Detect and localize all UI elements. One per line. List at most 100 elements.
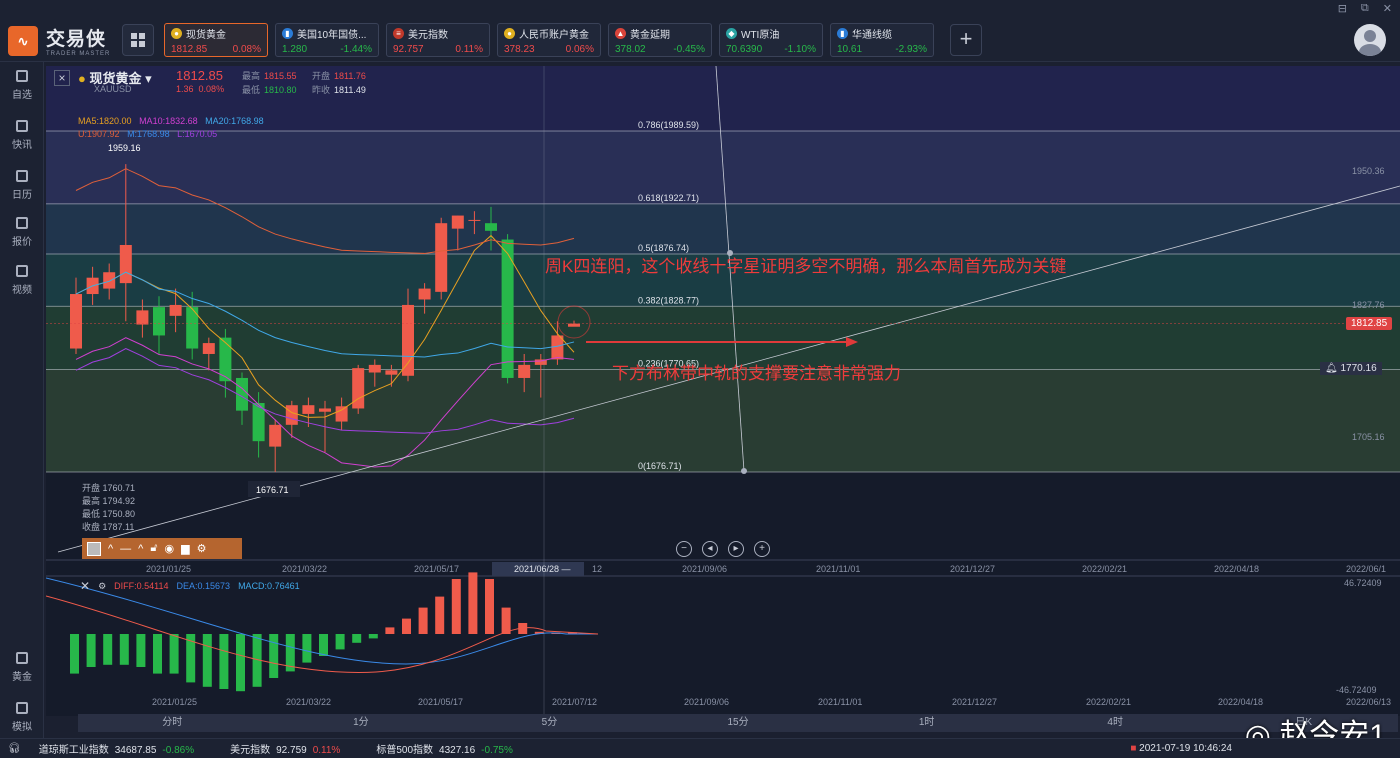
symbol-code: XAUUSD xyxy=(94,84,132,94)
chevron-up-icon[interactable]: ^ xyxy=(108,543,113,555)
ticker-card[interactable]: ● 人民币账户黄金 378.23 0.06% xyxy=(497,23,601,57)
macd-axis-bottom: -46.72409 xyxy=(1336,685,1377,695)
macd-bar xyxy=(319,634,328,656)
zoom-controls: − ◂ ▸ + xyxy=(676,541,770,557)
alert-price-tag[interactable]: 🔔︎ 1770.16 xyxy=(1320,362,1382,375)
zoom-out-icon[interactable]: − xyxy=(676,541,692,557)
calendar-icon xyxy=(16,170,28,182)
timeframe-tab[interactable]: 5分 xyxy=(455,714,644,732)
scroll-right-icon[interactable]: ▸ xyxy=(728,541,744,557)
candle-body xyxy=(302,405,315,414)
candle-body xyxy=(402,304,414,376)
x-axis-tick: 2022/02/21 xyxy=(1082,564,1127,574)
trash-icon[interactable]: ▆ xyxy=(181,542,189,555)
candle-body xyxy=(335,406,348,422)
ticker-card[interactable]: ◆ WTI原油 70.6390 -1.10% xyxy=(719,23,823,57)
timeframe-tab[interactable]: 1分 xyxy=(267,714,456,732)
ticker-change: 0.06% xyxy=(565,44,594,55)
sidebar-item[interactable]: 日历 xyxy=(0,170,44,201)
sidebar-item-label: 日历 xyxy=(12,190,32,201)
minimize-button[interactable]: ⊟ xyxy=(1338,2,1347,15)
ticker-change: -2.93% xyxy=(895,44,927,55)
scroll-left-icon[interactable]: ◂ xyxy=(702,541,718,557)
eye-icon[interactable]: ◉ xyxy=(164,542,174,555)
sidebar-item[interactable]: 快讯 xyxy=(0,120,44,151)
logo-icon: ∿ xyxy=(8,25,38,56)
status-ticker[interactable]: 道琼斯工业指数 34687.85 -0.86% xyxy=(39,741,212,756)
avatar[interactable] xyxy=(1354,24,1386,56)
close-window-button[interactable]: ✕ xyxy=(1383,2,1392,15)
macd-bar xyxy=(236,634,245,692)
fib-label: 0.786(1989.59) xyxy=(638,120,699,130)
restore-button[interactable]: ⧉ xyxy=(1361,2,1369,15)
price-axis-tick: 1950.36 xyxy=(1352,166,1385,176)
ticker-name: 黄金延期 xyxy=(630,30,670,41)
ticker-card[interactable]: ● 现货黄金 1812.85 0.08% xyxy=(164,23,268,57)
macd-x-axis-tick: 2021/07/12 xyxy=(552,697,597,707)
ticker-card[interactable]: ≡ 美元指数 92.757 0.11% xyxy=(386,23,490,57)
ticker-card[interactable]: ▮ 华通线缆 10.61 -2.93% xyxy=(830,23,934,57)
timeframe-tab[interactable]: 4时 xyxy=(1021,714,1210,732)
x-axis-tick: 2021/09/06 xyxy=(682,564,727,574)
ticker-price: 378.23 xyxy=(504,44,535,55)
candle-body xyxy=(518,364,531,378)
ticker-name: 华通线缆 xyxy=(852,30,892,41)
tooltip-high: 最高 1794.92 xyxy=(82,496,136,506)
timeframe-tab[interactable]: 15分 xyxy=(644,714,833,732)
symbol-prev-close: 昨收 1811.49 xyxy=(312,85,366,95)
headset-icon[interactable]: 🎧︎ xyxy=(8,743,21,754)
timeframe-tab[interactable]: 分时 xyxy=(78,714,267,732)
close-icon[interactable]: × xyxy=(54,70,70,86)
grid-layout-button[interactable] xyxy=(122,24,154,56)
ticker-price: 378.02 xyxy=(615,44,646,55)
macd-settings-icon[interactable]: ⚙ xyxy=(98,581,106,592)
sidebar-item[interactable]: 视频 xyxy=(0,265,44,296)
x-axis-tick: 2021/12/27 xyxy=(950,564,995,574)
timeframe-tab[interactable]: 1时 xyxy=(832,714,1021,732)
status-ticker[interactable]: 美元指数 92.759 0.11% xyxy=(230,741,358,756)
line-style-icon[interactable]: — xyxy=(120,543,131,555)
candle-body xyxy=(468,219,481,221)
ticker-badge-icon: ▮ xyxy=(282,28,293,39)
ticker-card[interactable]: ▮ 美国10年国债... 1.280 -1.44% xyxy=(275,23,379,57)
candle-body xyxy=(319,408,331,412)
sidebar-item[interactable]: 自选 xyxy=(0,70,44,101)
macd-x-axis-tick: 2021/11/01 xyxy=(818,697,862,707)
status-ticker[interactable]: 标普500指数 4327.16 -0.75% xyxy=(376,741,531,756)
macd-x-axis-tick: 2022/04/18 xyxy=(1218,697,1263,707)
macd-bar xyxy=(418,607,428,634)
macd-bar xyxy=(136,634,146,667)
x-axis-tick: 2021/05/17 xyxy=(414,564,459,574)
lock-icon[interactable]: 🔓︎ xyxy=(150,542,157,555)
chevron-up-icon[interactable]: ^ xyxy=(138,543,143,555)
color-swatch[interactable] xyxy=(87,541,101,556)
app-logo[interactable]: ∿ 交易侠 TRADER MASTER xyxy=(8,24,110,57)
candle-body xyxy=(285,405,298,425)
macd-x-axis-tick: 2022/02/21 xyxy=(1086,697,1131,707)
add-ticker-button[interactable]: + xyxy=(950,24,982,56)
candle-body xyxy=(385,370,398,375)
chart-area[interactable]: 0.786(1989.59) 0.618(1922.71) 0.5(1876.74)… xyxy=(46,66,1400,716)
settings-icon[interactable]: ⚙ xyxy=(197,542,207,555)
sidebar-item[interactable]: 黄金 xyxy=(0,652,44,683)
symbol-high: 最高 1815.55 xyxy=(242,71,297,81)
ohlc-tooltip: 开盘 1760.71 最高 1794.92 最低 1750.80 收盘 1787… xyxy=(82,482,135,534)
boll-legend: U:1907.92 M:1768.98 L:1670.05 xyxy=(78,129,218,139)
symbol-change: 1.36 0.08% xyxy=(176,84,225,94)
ticker-name: 美国10年国债... xyxy=(297,30,367,41)
macd-bar xyxy=(368,634,378,639)
macd-close-icon[interactable]: ✕ xyxy=(80,579,90,593)
ticker-badge-icon: ◆ xyxy=(726,28,737,39)
ticker-badge-icon: ≡ xyxy=(393,28,404,39)
candle-body xyxy=(368,364,381,373)
macd-x-axis-tick: 2021/01/25 xyxy=(152,697,197,707)
macd-bar xyxy=(86,634,96,667)
zoom-in-icon[interactable]: + xyxy=(754,541,770,557)
macd-bar xyxy=(468,572,478,634)
ticker-card[interactable]: ▲ 黄金延期 378.02 -0.45% xyxy=(608,23,712,57)
wallet-icon xyxy=(16,702,28,714)
sidebar-item[interactable]: 报价 xyxy=(0,217,44,248)
sidebar-item[interactable]: 模拟 xyxy=(0,702,44,733)
ticker-change: 0.11% xyxy=(455,44,483,55)
window-controls: ⊟ ⧉ ✕ xyxy=(1338,2,1392,15)
